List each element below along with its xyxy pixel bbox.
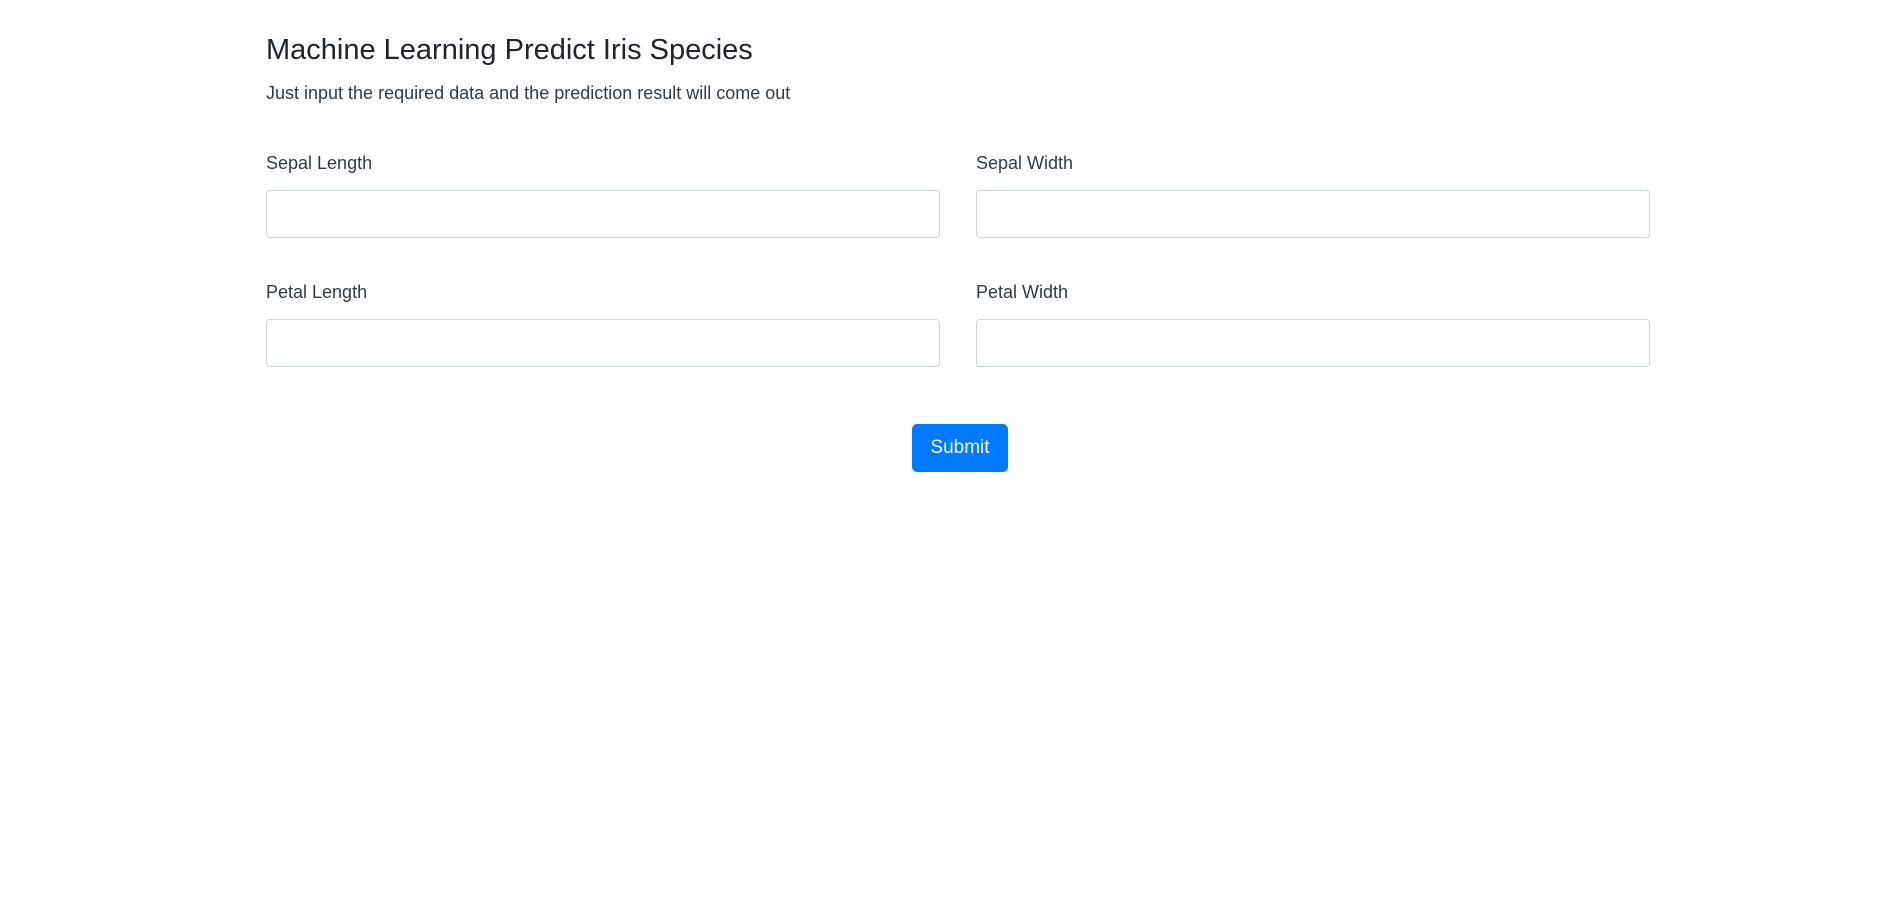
sepal-width-label: Sepal Width <box>976 153 1074 173</box>
sepal-length-group: Sepal Length <box>266 150 940 238</box>
sepal-width-group: Sepal Width <box>976 150 1650 238</box>
page-subtitle: Just input the required data and the pre… <box>266 83 791 103</box>
petal-length-group: Petal Length <box>266 279 940 367</box>
petal-length-label: Petal Length <box>266 282 368 302</box>
petal-width-group: Petal Width <box>976 279 1650 367</box>
petal-width-input[interactable] <box>976 319 1650 367</box>
sepal-width-input[interactable] <box>976 190 1650 238</box>
petal-length-input[interactable] <box>266 319 940 367</box>
petal-width-label: Petal Width <box>976 282 1069 302</box>
sepal-length-label: Sepal Length <box>266 153 373 173</box>
sepal-length-input[interactable] <box>266 190 940 238</box>
page-title: Machine Learning Predict Iris Species <box>266 34 753 66</box>
submit-button[interactable]: Submit <box>912 424 1008 472</box>
